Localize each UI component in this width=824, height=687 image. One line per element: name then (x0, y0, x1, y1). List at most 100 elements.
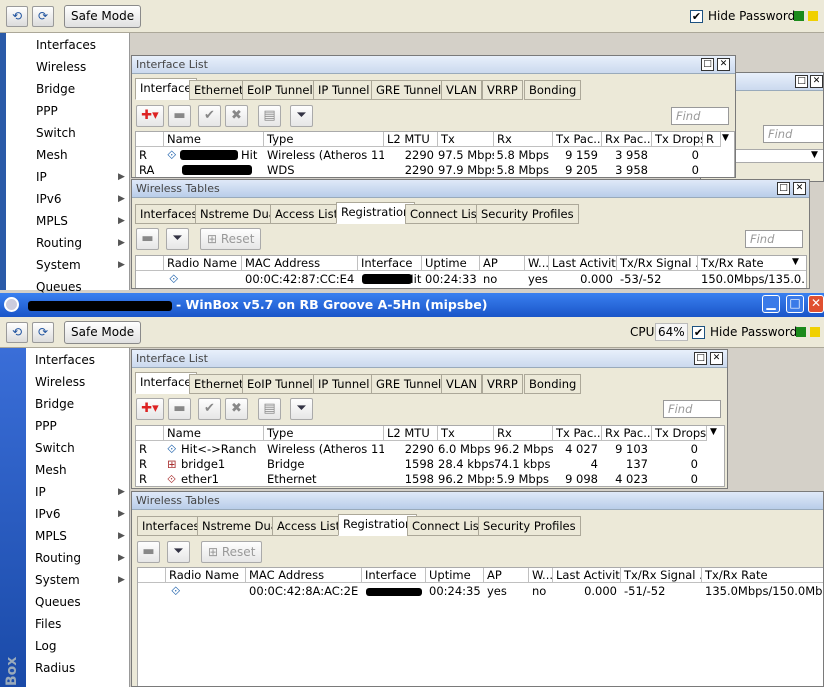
tab-bonding[interactable]: Bonding (524, 374, 582, 394)
tab-vrrp[interactable]: VRRP (482, 80, 523, 100)
tab-eoip-tunnel[interactable]: EoIP Tunnel (242, 80, 318, 100)
tab-connect-list[interactable]: Connect List (405, 204, 487, 224)
tab-bonding[interactable]: Bonding (524, 80, 582, 100)
col-r[interactable]: R (703, 132, 721, 147)
col-l2mtu[interactable]: L2 MTU (384, 426, 438, 441)
col-tx[interactable]: Tx (438, 426, 494, 441)
chevron-down-icon[interactable]: ▼ (710, 427, 717, 437)
top-menu-ipv6[interactable]: IPv6 (36, 192, 62, 206)
col-uptime[interactable]: Uptime (422, 256, 480, 271)
top-menu-switch[interactable]: Switch (36, 126, 76, 140)
col-uptime[interactable]: Uptime (426, 568, 484, 583)
tab-eoip-tunnel[interactable]: EoIP Tunnel (242, 374, 318, 394)
close-icon[interactable]: ✕ (793, 182, 806, 195)
top-menu-bridge[interactable]: Bridge (36, 82, 75, 96)
tab-interfaces[interactable]: Interfaces (137, 516, 205, 536)
remove-icon[interactable]: ▬ (136, 228, 159, 250)
tab-vlan[interactable]: VLAN (441, 374, 483, 394)
tab-gre-tunnel[interactable]: GRE Tunnel (371, 80, 447, 100)
top-interface-find-input[interactable]: Find (671, 107, 729, 125)
col-tx-drops[interactable]: Tx Drops (652, 132, 703, 147)
menu-wireless[interactable]: Wireless (35, 375, 85, 389)
top-menu-routing[interactable]: Routing (36, 236, 82, 250)
close-icon[interactable]: ✕ (710, 352, 723, 365)
tab-vrrp[interactable]: VRRP (482, 374, 523, 394)
col-name[interactable]: Name (164, 132, 264, 147)
undo-icon[interactable]: ⟲ (6, 322, 28, 343)
col-ap[interactable]: AP (480, 256, 525, 271)
col-signal[interactable]: Tx/Rx Signal ... (617, 256, 698, 271)
menu-ppp[interactable]: PPP (35, 419, 57, 433)
reg-mac[interactable]: 00:0C:42:8A:AC:2E (246, 584, 362, 599)
close-icon[interactable]: ✕ (808, 295, 824, 313)
col-name[interactable]: Name (164, 426, 264, 441)
top-bg-find-input[interactable]: Find (763, 125, 823, 143)
col-rx[interactable]: Rx (494, 132, 553, 147)
row1-name[interactable]: Hit (238, 148, 264, 163)
top-menu-wireless[interactable]: Wireless (36, 60, 86, 74)
reset-button[interactable]: ⊞ Reset (200, 228, 262, 250)
remove-icon[interactable]: ▬ (168, 105, 191, 127)
top-menu-system[interactable]: System (36, 258, 81, 272)
tab-registration[interactable]: Registration (336, 202, 416, 224)
chevron-down-icon[interactable]: ▼ (792, 257, 799, 267)
filter-icon[interactable]: ⏷ (290, 398, 313, 420)
tab-vlan[interactable]: VLAN (441, 80, 483, 100)
menu-system[interactable]: System (35, 573, 80, 587)
col-l2mtu[interactable]: L2 MTU (384, 132, 438, 147)
top-menu-ppp[interactable]: PPP (36, 104, 58, 118)
main-interface-find-input[interactable]: Find (663, 400, 721, 418)
reg-mac[interactable]: 00:0C:42:87:CC:E4 (242, 272, 358, 287)
top-wireless-find-input[interactable]: Find (745, 230, 803, 248)
filter-icon[interactable]: ⏷ (290, 105, 313, 127)
menu-queues[interactable]: Queues (35, 595, 81, 609)
menu-mpls[interactable]: MPLS (35, 529, 67, 543)
maximize-icon[interactable]: □ (795, 75, 808, 88)
col-tx-packets[interactable]: Tx Pac... (553, 426, 602, 441)
hide-passwords-checkbox[interactable]: ✔ (692, 326, 705, 339)
top-menu-mpls[interactable]: MPLS (36, 214, 68, 228)
tab-access-list[interactable]: Access List (272, 516, 346, 536)
chevron-down-icon[interactable]: ▼ (722, 133, 729, 143)
maximize-icon[interactable]: □ (694, 352, 707, 365)
row2-name[interactable]: bridge1 (178, 457, 264, 472)
col-radio-name[interactable]: Radio Name (166, 568, 246, 583)
col-ap[interactable]: AP (484, 568, 529, 583)
tab-ip-tunnel[interactable]: IP Tunnel (313, 374, 375, 394)
col-w[interactable]: W... (525, 256, 549, 271)
col-interface[interactable]: Interface (362, 568, 426, 583)
close-icon[interactable]: ✕ (717, 58, 730, 71)
menu-files[interactable]: Files (35, 617, 61, 631)
top-menu-interfaces[interactable]: Interfaces (36, 38, 96, 52)
remove-icon[interactable]: ▬ (137, 541, 160, 563)
menu-ip[interactable]: IP (35, 485, 46, 499)
safe-mode-button[interactable]: Safe Mode (64, 321, 142, 344)
tab-registration[interactable]: Registration (338, 514, 418, 536)
col-type[interactable]: Type (264, 132, 384, 147)
col-mac-address[interactable]: MAC Address (246, 568, 362, 583)
col-rx-packets[interactable]: Rx Pac... (602, 132, 652, 147)
remove-icon[interactable]: ▬ (168, 398, 191, 420)
tab-security-profiles[interactable]: Security Profiles (476, 204, 579, 224)
close-icon[interactable]: ✕ (810, 75, 823, 88)
col-last-activity[interactable]: Last Activit... (549, 256, 617, 271)
col-rate[interactable]: Tx/Rx Rate (702, 568, 823, 583)
maximize-icon[interactable]: □ (777, 182, 790, 195)
tab-gre-tunnel[interactable]: GRE Tunnel (371, 374, 447, 394)
redo-icon[interactable]: ⟳ (32, 6, 54, 27)
col-tx[interactable]: Tx (438, 132, 494, 147)
top-menu-queues[interactable]: Queues (36, 280, 82, 294)
col-type[interactable]: Type (264, 426, 384, 441)
tab-ethernet[interactable]: Ethernet (189, 80, 249, 100)
col-rx-packets[interactable]: Rx Pac... (602, 426, 652, 441)
row1-name[interactable]: Hit<->Ranch (178, 442, 264, 457)
menu-radius[interactable]: Radius (35, 661, 75, 675)
filter-icon[interactable]: ⏷ (166, 228, 189, 250)
enable-icon[interactable]: ✔ (198, 105, 221, 127)
hide-passwords-checkbox[interactable]: ✔ (690, 10, 703, 23)
col-signal[interactable]: Tx/Rx Signal ... (621, 568, 702, 583)
tab-interfaces[interactable]: Interfaces (135, 204, 203, 224)
redo-icon[interactable]: ⟳ (32, 322, 54, 343)
tab-interface[interactable]: Interface (135, 78, 197, 100)
comment-icon[interactable]: ▤ (258, 398, 281, 420)
